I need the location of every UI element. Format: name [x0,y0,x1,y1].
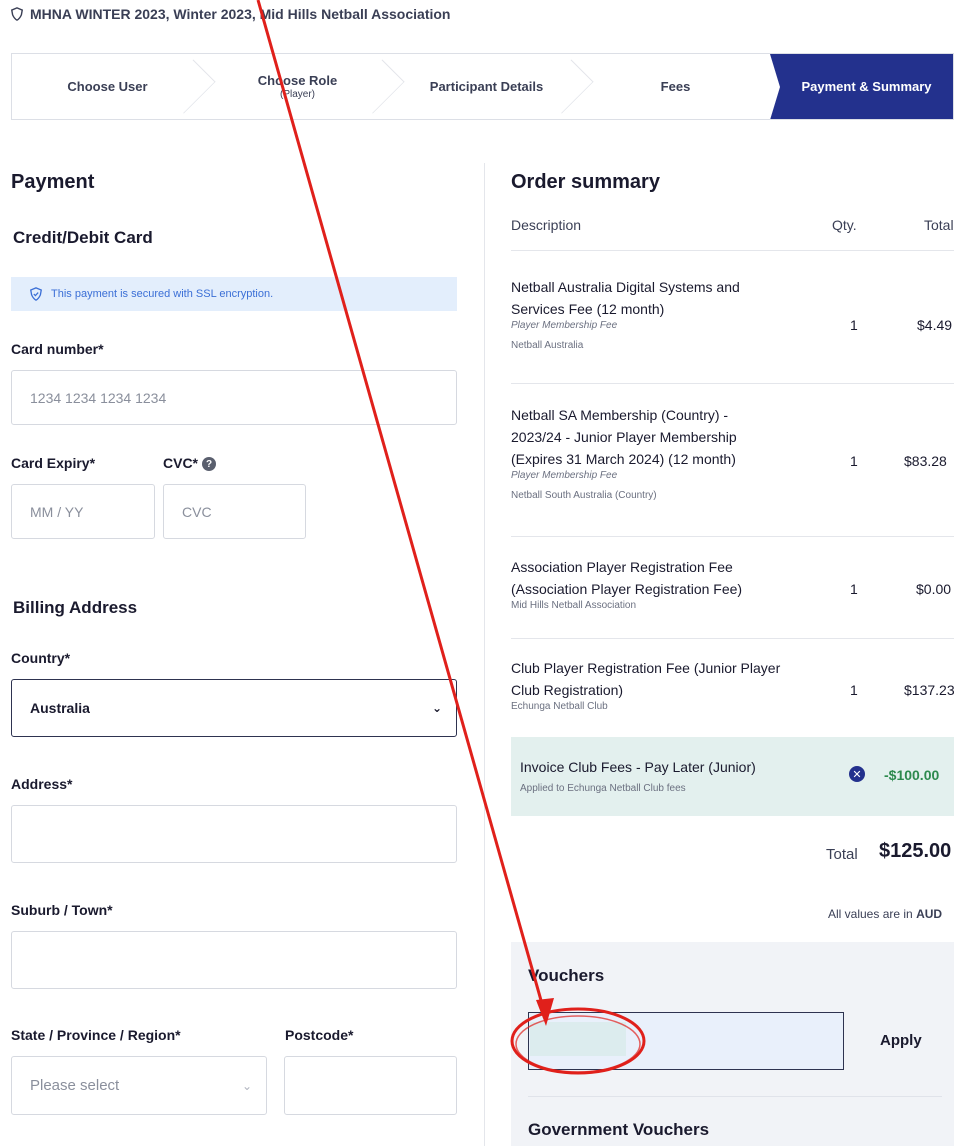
annotation-overlay [256,0,646,1075]
annotation-arrow [256,0,548,1019]
annotation-circle-inner [515,1015,641,1073]
